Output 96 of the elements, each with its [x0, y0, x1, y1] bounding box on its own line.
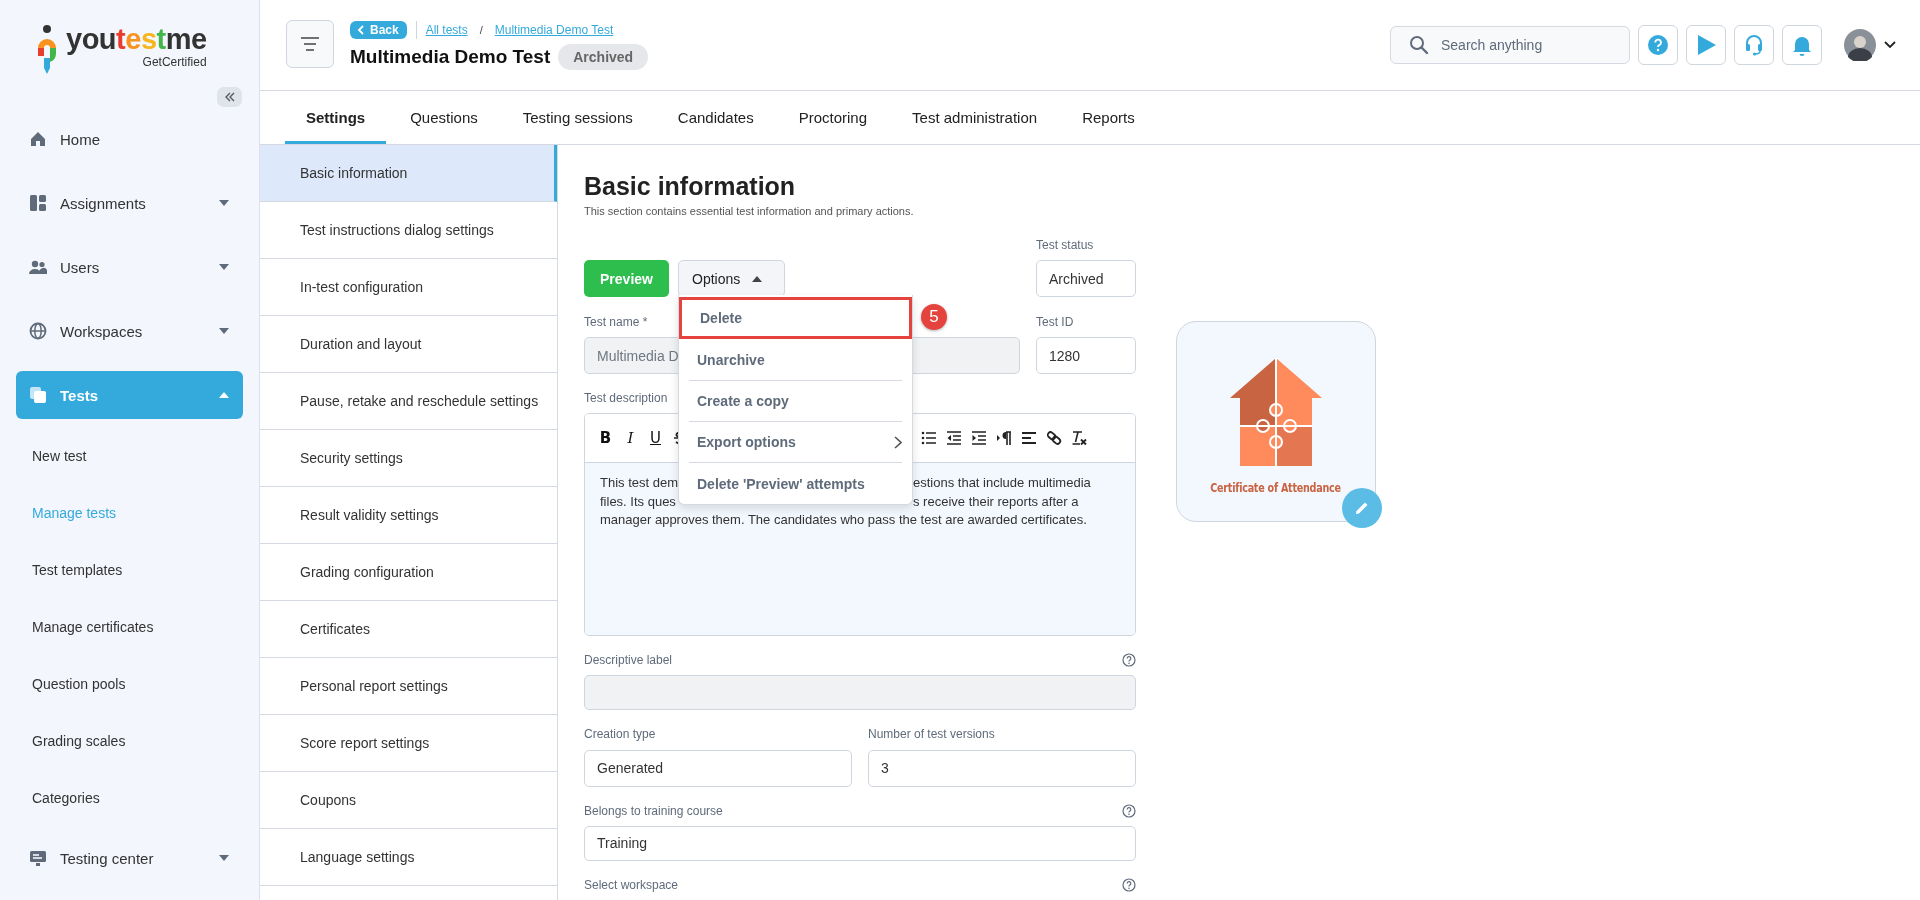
menu-item[interactable]: Delete 'Preview' attempts [689, 463, 902, 504]
indent-icon [970, 430, 987, 447]
link-icon [1045, 430, 1062, 447]
field-label: Descriptive label [584, 652, 673, 667]
input-field[interactable]: Archived [1036, 260, 1136, 297]
avatar[interactable] [1844, 29, 1876, 61]
align-left-icon [1020, 430, 1037, 447]
field-label: Test ID [1036, 314, 1074, 329]
search-icon [1409, 35, 1429, 55]
settings-menu-item[interactable]: Basic information [260, 145, 557, 202]
settings-menu-item[interactable]: In-test configuration [260, 259, 557, 316]
paragraph-icon [995, 430, 1012, 447]
nav-subitem[interactable]: Question pools [0, 655, 259, 712]
pages-icon [29, 386, 47, 404]
settings-menu-item[interactable]: Coupons [260, 772, 557, 829]
menu-item[interactable]: Export options [689, 422, 902, 463]
nav-subitem[interactable]: Grading scales [0, 712, 259, 769]
tab[interactable]: Candidates [656, 91, 775, 144]
options-button[interactable]: Options [678, 260, 785, 297]
tab[interactable]: Reports [1061, 91, 1156, 144]
settings-menu-item[interactable]: Security settings [260, 430, 557, 487]
status-badge: Archived [558, 43, 649, 70]
nav-item[interactable]: Testing center [16, 834, 243, 882]
notifications-button[interactable] [1782, 25, 1822, 65]
settings-menu-item[interactable]: Pause, retake and reschedule settings [260, 373, 557, 430]
page-title: Multimedia Demo Test [350, 45, 551, 68]
bold-button[interactable]: B [597, 428, 614, 449]
settings-menu-item[interactable]: Score report settings [260, 715, 557, 772]
field-label: Test description [584, 391, 668, 406]
settings-menu-item[interactable]: Certificates [260, 601, 557, 658]
field-label: Test name * [584, 314, 648, 329]
tab[interactable]: Questions [389, 91, 499, 144]
menu-item[interactable]: Create a copy [689, 381, 902, 422]
field-label: Creation type [584, 727, 656, 742]
search-field[interactable]: Search anything [1390, 26, 1630, 64]
breadcrumb-separator: / [479, 23, 483, 36]
field-label: Number of test versions [868, 727, 995, 742]
description-text: s receive their reports after a [913, 492, 1079, 511]
input-field[interactable]: 3 [868, 749, 1136, 787]
menu-icon [300, 37, 320, 51]
field-label: Test status [1036, 237, 1094, 252]
menu-button[interactable] [286, 20, 334, 68]
outdent-icon [945, 430, 962, 447]
users-icon [29, 258, 47, 276]
settings-menu-item[interactable]: Personal report settings [260, 658, 557, 715]
pencil-icon [1354, 500, 1370, 516]
menu-item[interactable]: Unarchive [689, 340, 902, 381]
strikethrough-icon [672, 430, 678, 447]
input-field[interactable]: Generated [584, 749, 852, 787]
chevron-left-icon [357, 24, 364, 35]
settings-menu-item[interactable]: Test instructions dialog settings [260, 202, 557, 259]
home-icon [29, 130, 47, 148]
italic-button[interactable]: I [622, 428, 639, 449]
help-icon [1646, 33, 1670, 57]
section-subtitle: This section contains essential test information and primary actions. [584, 205, 915, 217]
description-text: estions that include multimedia [913, 474, 1091, 493]
nav-subitem[interactable]: New test [0, 427, 259, 484]
monitor-icon [29, 849, 47, 867]
nav-subitem[interactable]: Manage certificates [0, 598, 259, 655]
nav-subitem[interactable]: Test templates [0, 541, 259, 598]
caret-up-icon [752, 275, 763, 282]
nav-subitem[interactable]: Categories [0, 769, 259, 826]
section-title: Basic information [584, 171, 797, 201]
collapse-button[interactable] [217, 87, 242, 107]
nav-item[interactable]: Users [16, 243, 243, 291]
settings-menu-item[interactable]: Language settings [260, 829, 557, 886]
underline-button[interactable]: U [647, 428, 664, 449]
bulleted-list-icon [920, 430, 937, 447]
description-text: This test dem [600, 475, 679, 491]
settings-menu-item[interactable]: Grading configuration [260, 544, 557, 601]
step-marker: 5 [921, 304, 947, 330]
field-label: Select workspace [584, 877, 679, 892]
double-chevron-left-icon [223, 92, 236, 102]
description-text: manager approves them. The candidates who pass the test are awarded certificates. [600, 512, 1087, 528]
input-field[interactable]: 1280 [1036, 337, 1136, 374]
settings-menu-item[interactable]: Result validity settings [260, 487, 557, 544]
chevron-down-icon[interactable] [1884, 41, 1896, 49]
nav-item[interactable]: Home [16, 115, 243, 163]
globe-icon [29, 322, 47, 340]
play-button[interactable] [1686, 25, 1726, 65]
tab[interactable]: Proctoring [777, 91, 889, 144]
certificate-caption: Certificate of Attendance [1210, 480, 1342, 495]
help-button[interactable] [1638, 25, 1678, 65]
logo-text: youtestme [66, 24, 207, 54]
settings-menu-item[interactable]: Duration and layout [260, 316, 557, 373]
tab[interactable]: Testing sessions [501, 91, 654, 144]
clear-formatting-icon [1070, 430, 1087, 447]
description-text: files. Its ques [600, 493, 676, 509]
nav-item[interactable]: Assignments [16, 179, 243, 227]
support-button[interactable] [1734, 25, 1774, 65]
logo-tagline: GetCertified [142, 55, 207, 69]
nav-item[interactable]: Workspaces [16, 307, 243, 355]
input-field[interactable]: Training [584, 825, 1136, 861]
tab[interactable]: Test administration [891, 91, 1059, 144]
dashboard-icon [29, 194, 47, 212]
field-label: Belongs to training course [584, 803, 723, 818]
